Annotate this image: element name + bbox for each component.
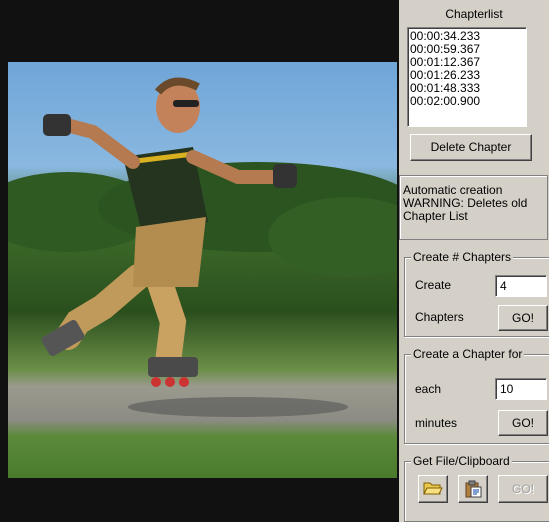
chapterlist-title: Chapterlist <box>445 7 503 21</box>
create-label: Create <box>415 278 452 292</box>
create-chapters-go-button[interactable]: GO! <box>498 305 548 331</box>
chapter-listbox[interactable]: 00:00:34.233 00:00:59.367 00:01:12.367 0… <box>407 27 527 127</box>
minutes-label: minutes <box>415 416 458 430</box>
create-chapter-for-group: Create a Chapter for each minutes GO! <box>404 347 549 444</box>
create-chapters-group: Create # Chapters Create Chapters GO! <box>404 250 549 337</box>
list-item[interactable]: 00:02:00.900 <box>410 95 526 108</box>
chapters-label: Chapters <box>415 310 464 324</box>
get-file-clipboard-legend: Get File/Clipboard <box>411 454 512 468</box>
open-file-button[interactable] <box>418 475 448 503</box>
paste-clipboard-button[interactable] <box>458 475 488 503</box>
delete-chapter-button[interactable]: Delete Chapter <box>410 134 532 161</box>
each-label: each <box>415 382 442 396</box>
minutes-interval-input[interactable] <box>495 378 547 400</box>
file-clipboard-go-button[interactable]: GO! <box>498 475 548 503</box>
video-preview <box>0 0 399 522</box>
create-for-go-button[interactable]: GO! <box>498 410 548 436</box>
clipboard-paste-icon <box>465 480 482 498</box>
preview-frame-image <box>8 62 397 478</box>
folder-open-icon <box>423 482 443 495</box>
create-chapter-for-legend: Create a Chapter for <box>411 347 525 361</box>
create-chapters-legend: Create # Chapters <box>411 250 514 264</box>
get-file-clipboard-group: Get File/Clipboard GO! <box>404 454 549 522</box>
automatic-line-3: Chapter List <box>403 209 468 223</box>
chapter-panel: Chapterlist 00:00:34.233 00:00:59.367 00… <box>399 0 549 522</box>
automatic-creation-warning: Automatic creation WARNING: Deletes old … <box>399 175 548 240</box>
chapter-count-input[interactable] <box>495 275 547 297</box>
